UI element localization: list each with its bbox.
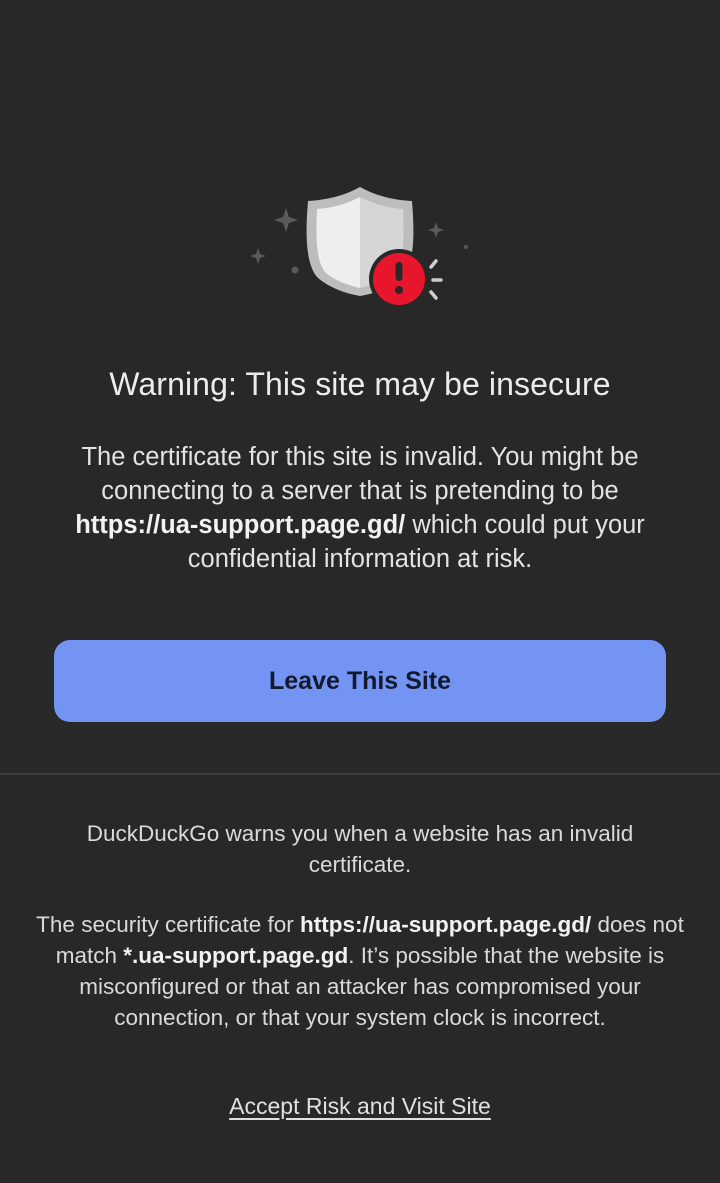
divider [0,773,720,775]
warning-message: The certificate for this site is invalid… [40,440,680,576]
certificate-domain: *.ua-support.page.gd [123,943,349,968]
accept-risk-link[interactable]: Accept Risk and Visit Site [0,1093,720,1120]
shield-warning-icon [240,170,480,330]
leave-site-button[interactable]: Leave This Site [54,640,666,722]
warning-message-text: The certificate for this site is invalid… [81,443,639,505]
details-paragraph: The security certificate for https://ua-… [36,909,684,1033]
details-site-url: https://ua-support.page.gd/ [300,912,592,937]
details-paragraph: DuckDuckGo warns you when a website has … [86,821,634,877]
page-title: Warning: This site may be insecure [109,366,611,402]
warning-site-url: https://ua-support.page.gd/ [75,511,406,539]
details-text: The security certificate for [36,912,301,937]
ssl-warning-page: Warning: This site may be insecure The c… [0,0,720,1183]
